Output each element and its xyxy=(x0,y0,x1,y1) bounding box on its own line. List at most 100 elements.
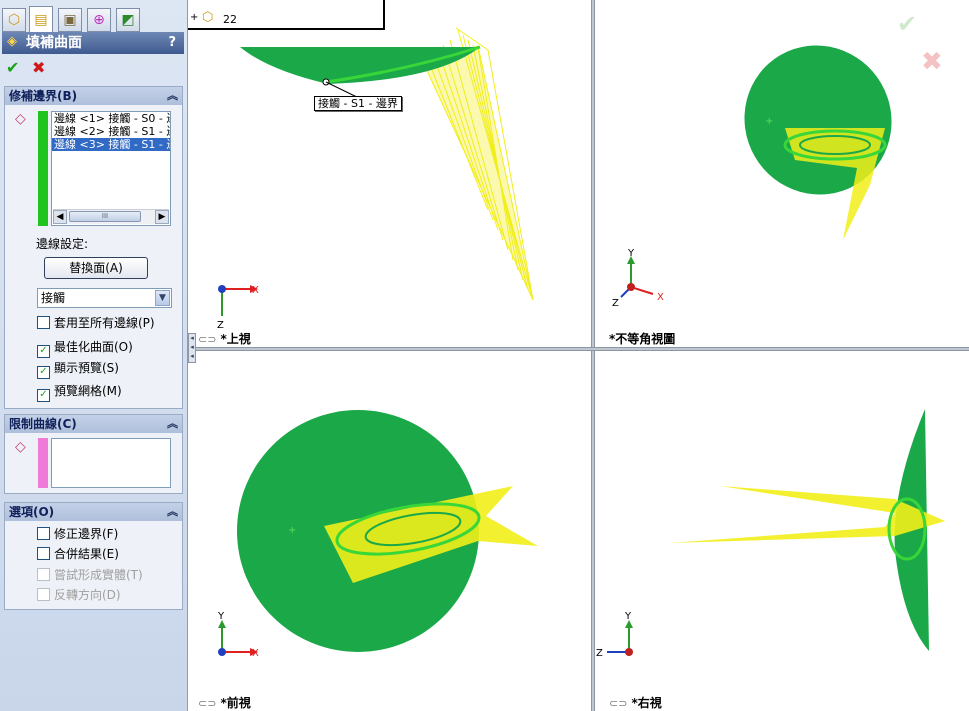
viewport-right[interactable]: Y Z ⊂⊃ *右視 xyxy=(595,351,969,711)
checkbox-label: 預覽網格(M) xyxy=(54,384,122,398)
list-item-selected[interactable]: 邊線 <3> 接觸 - S1 - 邊 xyxy=(52,138,170,151)
eraser-icon: ◇ xyxy=(15,439,26,455)
dim-expert-icon: ⊕ xyxy=(93,12,105,28)
view-name: *右視 xyxy=(631,696,662,710)
list-item[interactable]: 邊線 <1> 接觸 - S0 - 邊 xyxy=(52,112,170,125)
property-manager-title-bar: ◈ 填補曲面 ? xyxy=(2,32,184,54)
dim-expert-tab[interactable]: ⊕ xyxy=(87,8,111,32)
checkbox-label: 修正邊界(F) xyxy=(54,527,119,541)
options-header[interactable]: 選項(O) ︽ xyxy=(5,503,182,521)
view-label: *不等角視圖 xyxy=(609,332,676,346)
viewport-top[interactable]: X Z ⊂⊃ *上視 xyxy=(188,0,591,347)
condition-select[interactable]: 接觸 ▼ xyxy=(37,288,172,308)
property-manager-tab[interactable]: ▤ xyxy=(29,6,53,32)
merge-result-checkbox[interactable]: 合併結果(E) xyxy=(37,546,119,562)
checkbox-box[interactable]: ✓ xyxy=(37,345,50,358)
graphics-area[interactable]: X Z ⊂⊃ *上視 + ✔ ✖ Y X Z *不等角視圖 + Y X ⊂⊃ *… xyxy=(188,0,969,711)
constraint-curves-header[interactable]: 限制曲線(C) ︽ xyxy=(5,415,182,433)
list-item[interactable]: 邊線 <2> 接觸 - S1 - 邊 xyxy=(52,125,170,138)
scroll-left-icon[interactable]: ◀ xyxy=(53,210,67,224)
checkbox-label: 反轉方向(D) xyxy=(54,588,121,602)
ok-corner-icon[interactable]: ✔ xyxy=(897,10,917,38)
checkbox-box xyxy=(37,588,50,601)
edge-settings-label: 邊線設定: xyxy=(36,237,89,251)
constraint-curve-list[interactable] xyxy=(51,438,171,488)
selection-color-bar xyxy=(38,438,48,488)
scroll-thumb[interactable]: III xyxy=(69,211,141,222)
axis-triad: X Z xyxy=(217,285,259,331)
scroll-right-icon[interactable]: ▶ xyxy=(155,210,169,224)
manager-tabs: ⬡ ▤ ▣ ⊕ ◩ xyxy=(0,4,188,32)
top-view-graphics: X Z xyxy=(217,27,534,331)
axis-triad: Y X xyxy=(217,611,259,659)
checkbox-label: 嘗試形成實體(T) xyxy=(54,568,143,582)
axis-triad: Y Z xyxy=(596,611,633,659)
group-title: 選項(O) xyxy=(9,505,55,519)
edge-tooltip: 接觸 - S1 - 邊界 xyxy=(314,96,402,111)
tree-expander[interactable]: + xyxy=(190,12,198,23)
view-name: *上視 xyxy=(220,332,251,346)
eraser-icon: ◇ xyxy=(15,111,26,127)
property-manager-panel: ⬡ ▤ ▣ ⊕ ◩ ◈ 填補曲面 ? ✔ ✖ 修補邊界(B) ︽ ◇ 邊線 <1… xyxy=(0,0,188,711)
feature-tree-flyout: + ⬡ 22 xyxy=(188,0,385,30)
axis-triad: Y X Z xyxy=(612,248,664,309)
collapse-icon[interactable]: ︽ xyxy=(167,415,178,433)
axis-x-label: X xyxy=(657,292,664,303)
checkbox-label: 顯示預覽(S) xyxy=(54,361,119,375)
x-icon[interactable]: ✖ xyxy=(32,58,45,78)
checkbox-box[interactable]: ✓ xyxy=(37,389,50,402)
check-icon[interactable]: ✔ xyxy=(6,58,19,78)
view-label: ⊂⊃ *右視 xyxy=(609,694,662,711)
display-manager-icon: ◩ xyxy=(121,12,135,28)
axis-y-label: Y xyxy=(627,248,635,259)
collapse-icon[interactable]: ︽ xyxy=(167,87,178,105)
panel-collapse-handle[interactable]: ◂ ◂ ◂ xyxy=(188,333,196,363)
alternate-face-button[interactable]: 替換面(A) xyxy=(44,257,148,279)
fill-surface-icon: ◈ xyxy=(7,34,17,49)
checkbox-box[interactable] xyxy=(37,547,50,560)
preview-mesh-checkbox[interactable]: ✓ 預覽網格(M) xyxy=(37,383,122,402)
configuration-manager-tab[interactable]: ▣ xyxy=(58,8,82,32)
axis-y-label: Y xyxy=(624,611,632,622)
axis-x-label: X xyxy=(252,648,259,659)
tree-item-label[interactable]: 22 xyxy=(223,13,237,26)
collapse-icon[interactable]: ︽ xyxy=(167,503,178,521)
checkbox-box[interactable] xyxy=(37,527,50,540)
edge-selection-list[interactable]: 邊線 <1> 接觸 - S0 - 邊 邊線 <2> 接觸 - S1 - 邊 邊線… xyxy=(51,111,171,226)
axis-x-label: X xyxy=(252,285,259,296)
surface-body xyxy=(744,45,892,195)
horizontal-splitter[interactable] xyxy=(188,347,969,351)
part-icon: ⬡ xyxy=(202,10,214,25)
checkbox-label: 套用至所有邊線(P) xyxy=(54,316,155,330)
group-title: 修補邊界(B) xyxy=(9,89,78,103)
condition-value: 接觸 xyxy=(41,291,66,305)
cancel-corner-icon[interactable]: ✖ xyxy=(921,47,943,77)
view-label: ⊂⊃ *上視 xyxy=(198,330,251,347)
horizontal-scrollbar[interactable]: ◀ III ▶ xyxy=(53,209,169,224)
checkbox-label: 最佳化曲面(O) xyxy=(54,340,133,354)
viewport-isometric[interactable]: + ✔ ✖ Y X Z *不等角視圖 xyxy=(595,0,969,347)
viewport-front[interactable]: + Y X ⊂⊃ *前視 xyxy=(188,351,591,711)
help-button[interactable]: ? xyxy=(168,32,176,54)
fix-boundary-checkbox[interactable]: 修正邊界(F) xyxy=(37,526,118,542)
optimize-surface-checkbox[interactable]: ✓ 最佳化曲面(O) xyxy=(37,339,133,358)
preview-mesh xyxy=(422,27,534,301)
svg-text:+: + xyxy=(288,525,296,536)
vertical-splitter[interactable] xyxy=(591,0,595,711)
view-name: *前視 xyxy=(220,696,251,710)
try-form-solid-checkbox: 嘗試形成實體(T) xyxy=(37,567,143,583)
show-preview-checkbox[interactable]: ✓ 顯示預覽(S) xyxy=(37,360,119,379)
configuration-manager-icon: ▣ xyxy=(63,12,77,28)
feature-manager-icon: ⬡ xyxy=(7,12,21,28)
checkbox-box[interactable] xyxy=(37,316,50,329)
checkbox-label: 合併結果(E) xyxy=(54,547,119,561)
patch-boundary-header[interactable]: 修補邊界(B) ︽ xyxy=(5,87,182,105)
link-icon: ⊂⊃ xyxy=(198,697,217,710)
link-icon: ⊂⊃ xyxy=(198,333,217,346)
checkbox-box[interactable]: ✓ xyxy=(37,366,50,379)
patch-boundary-group: 修補邊界(B) ︽ ◇ 邊線 <1> 接觸 - S0 - 邊 邊線 <2> 接觸… xyxy=(4,86,183,409)
feature-manager-tab[interactable]: ⬡ xyxy=(2,8,26,32)
apply-all-edges-checkbox[interactable]: 套用至所有邊線(P) xyxy=(37,315,155,331)
display-manager-tab[interactable]: ◩ xyxy=(116,8,140,32)
chevron-down-icon[interactable]: ▼ xyxy=(155,290,170,306)
